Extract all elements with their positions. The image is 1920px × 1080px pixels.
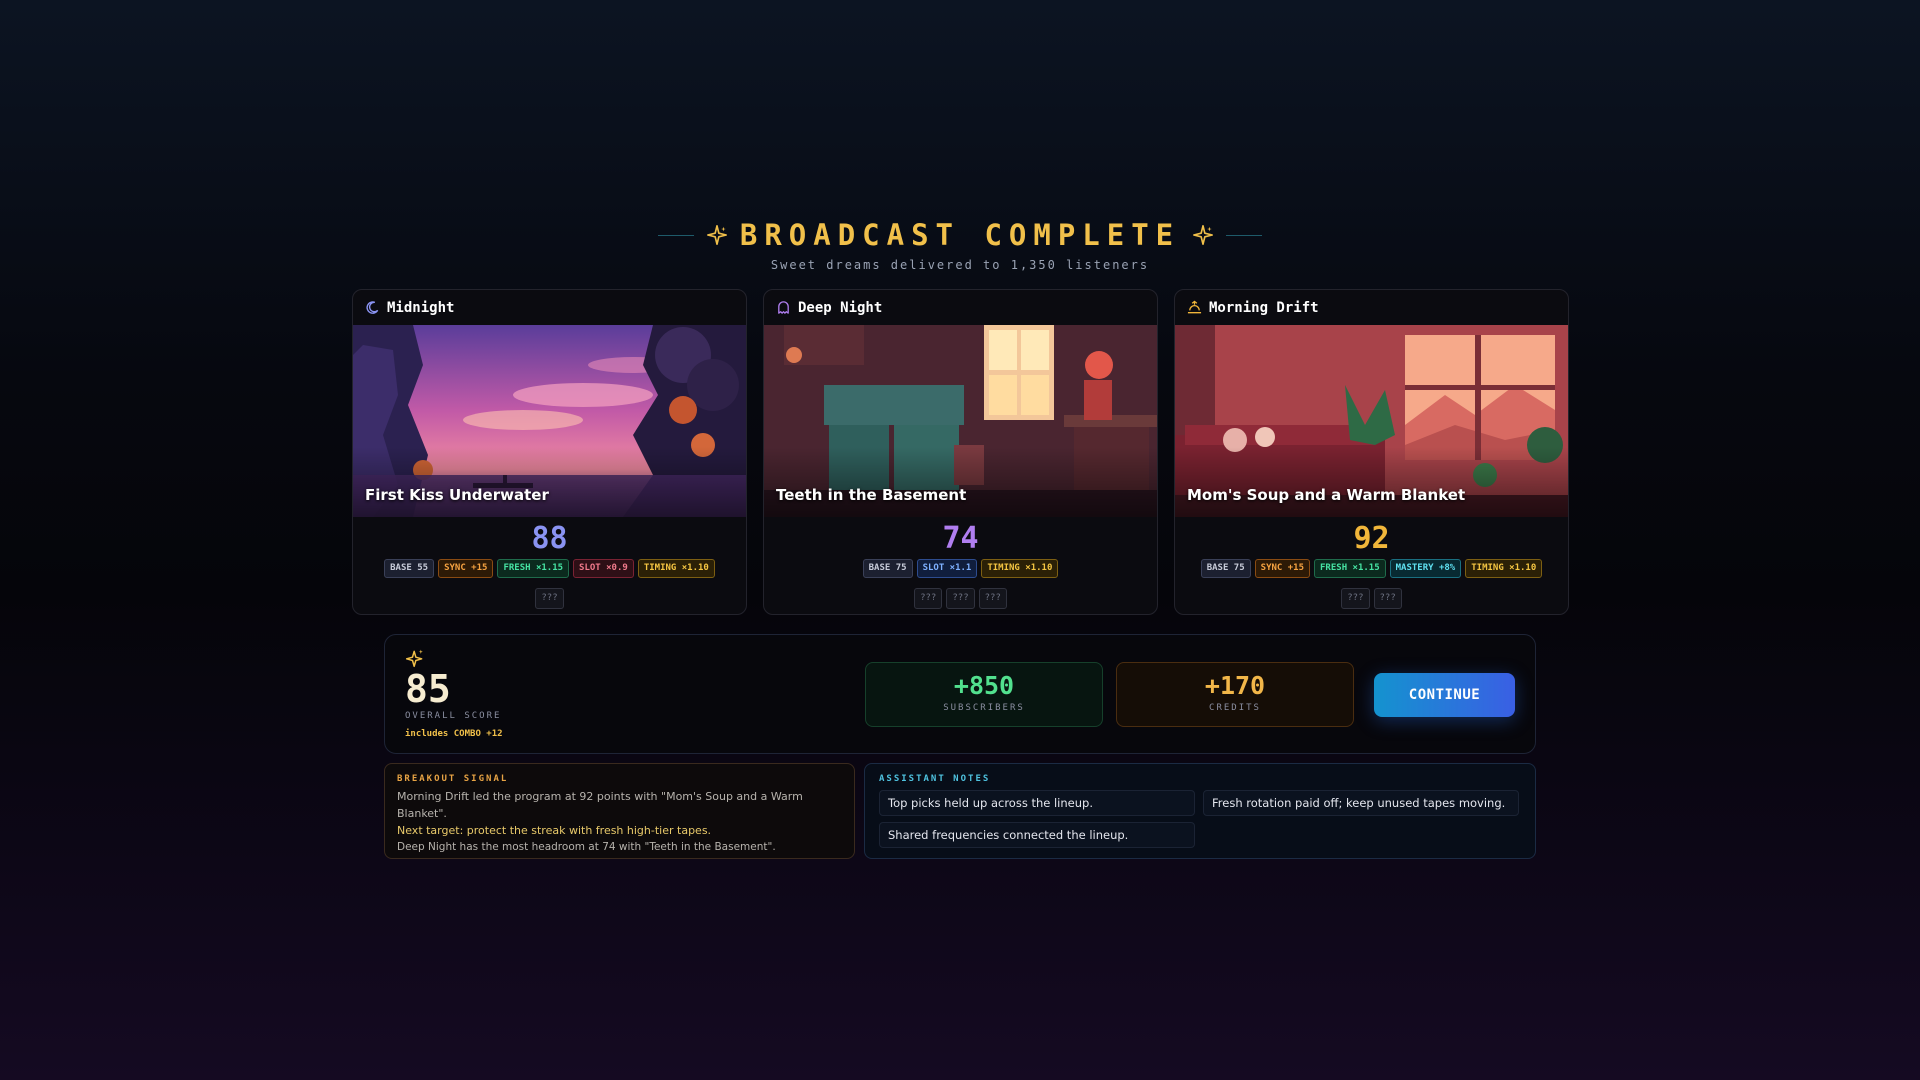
breakout-next-target: Next target: protect the streak with fre…: [397, 824, 712, 837]
slot-name: Midnight: [387, 299, 455, 316]
hidden-bonuses: ??? ???: [1175, 588, 1568, 609]
note-item: Shared frequencies connected the lineup.: [879, 822, 1195, 848]
ghost-icon: [778, 301, 789, 314]
hidden-bonus-chip: ???: [914, 588, 943, 609]
credits-value: +170: [1204, 671, 1266, 700]
note-item: Top picks held up across the lineup.: [879, 790, 1195, 816]
slot-name: Deep Night: [798, 299, 883, 316]
overall-score-label: OVERALL SCORE: [405, 711, 502, 721]
page-subtitle: Sweet dreams delivered to 1,350 listener…: [770, 258, 1150, 272]
card-header: Midnight: [353, 290, 746, 325]
modifier-chip: SLOT ×0.9: [573, 559, 634, 578]
tape-artwork: Teeth in the Basement: [764, 325, 1157, 517]
combo-bonus: includes COMBO +12: [405, 729, 503, 739]
tape-score: 74: [942, 521, 979, 556]
tape-title: Mom's Soup and a Warm Blanket: [1187, 486, 1466, 504]
credits-label: CREDITS: [1209, 703, 1261, 713]
artwork-shade: [1175, 447, 1568, 517]
score-breakdown: BASE 75 SLOT ×1.1 TIMING ×1.10: [764, 559, 1157, 578]
modifier-chip: SLOT ×1.1: [916, 559, 978, 578]
credits-stat: +170 CREDITS: [1116, 662, 1354, 727]
card-header: Deep Night: [764, 290, 1157, 325]
tape-title: First Kiss Underwater: [365, 486, 549, 504]
artwork-shade: [353, 447, 746, 517]
moon-icon: [366, 301, 379, 314]
modifier-chip: TIMING ×1.10: [1465, 559, 1543, 578]
tape-card-midnight: Midnight First Kiss Underwater 88 BASE 5…: [352, 289, 747, 615]
assistant-notes-panel: ASSISTANT NOTES Top picks held up across…: [864, 763, 1536, 859]
modifier-chip: SYNC +15: [1254, 559, 1311, 578]
subscribers-label: SUBSCRIBERS: [943, 703, 1025, 713]
tape-cards: Midnight First Kiss Underwater 88 BASE 5…: [352, 289, 1569, 615]
modifier-chip: BASE 55: [384, 559, 435, 578]
tape-card-morning-drift: Morning Drift Mom's Soup and a Warm Blan…: [1174, 289, 1569, 615]
hidden-bonus-chip: ???: [1341, 588, 1370, 609]
modifier-chip: BASE 75: [1200, 559, 1251, 578]
modifier-chip: BASE 75: [862, 559, 913, 578]
slot-name: Morning Drift: [1209, 299, 1319, 316]
hidden-bonus-chip: ???: [978, 588, 1007, 609]
sparkle-icon: [405, 649, 423, 668]
note-item: Fresh rotation paid off; keep unused tap…: [1203, 790, 1519, 816]
modifier-chip: FRESH ×1.15: [1314, 559, 1386, 578]
page-title: BROADCAST COMPLETE: [739, 218, 1181, 252]
breakout-line: Morning Drift led the program at 92 poin…: [397, 790, 803, 820]
notes-list: Top picks held up across the lineup. Fre…: [879, 790, 1521, 848]
tape-score: 88: [531, 521, 568, 556]
tape-score: 92: [1353, 521, 1390, 556]
results-header: BROADCAST COMPLETE Sweet dreams delivere…: [0, 218, 1920, 272]
score-breakdown: BASE 55 SYNC +15 FRESH ×1.15 SLOT ×0.9 T…: [353, 559, 746, 578]
sparkle-icon: [1193, 225, 1214, 245]
tape-title: Teeth in the Basement: [776, 486, 967, 504]
artwork-shade: [764, 447, 1157, 517]
breakout-signal-panel: BREAKOUT SIGNAL Morning Drift led the pr…: [384, 763, 855, 859]
hidden-bonus-chip: ???: [535, 588, 564, 609]
score-breakdown: BASE 75 SYNC +15 FRESH ×1.15 MASTERY +8%…: [1175, 559, 1568, 578]
modifier-chip: MASTERY +8%: [1389, 559, 1462, 578]
subscribers-value: +850: [953, 671, 1015, 700]
card-header: Morning Drift: [1175, 290, 1568, 325]
tape-artwork: First Kiss Underwater: [353, 325, 746, 517]
tape-card-deep-night: Deep Night Teeth in the Basement 74 BASE…: [763, 289, 1158, 615]
breakout-line: Deep Night has the most headroom at 74 w…: [397, 841, 776, 853]
modifier-chip: SYNC +15: [438, 559, 494, 578]
panel-title: BREAKOUT SIGNAL: [397, 774, 509, 784]
modifier-chip: TIMING ×1.10: [981, 559, 1059, 578]
modifier-chip: FRESH ×1.15: [497, 559, 570, 578]
hidden-bonuses: ??? ??? ???: [764, 588, 1157, 609]
overall-score: 85: [405, 667, 451, 711]
hidden-bonus-chip: ???: [946, 588, 975, 609]
title-divider-right: [1226, 234, 1263, 236]
title-divider-left: [657, 234, 694, 236]
tape-artwork: Mom's Soup and a Warm Blanket: [1175, 325, 1568, 517]
subscribers-stat: +850 SUBSCRIBERS: [865, 662, 1103, 727]
sparkle-icon: [706, 225, 727, 245]
sunrise-icon: [1187, 300, 1202, 314]
panel-title: ASSISTANT NOTES: [879, 774, 991, 784]
continue-button[interactable]: CONTINUE: [1374, 673, 1515, 717]
modifier-chip: TIMING ×1.10: [637, 559, 715, 578]
hidden-bonuses: ???: [353, 588, 746, 609]
broadcast-summary: 85 OVERALL SCORE includes COMBO +12 +850…: [384, 634, 1536, 754]
hidden-bonus-chip: ???: [1373, 588, 1402, 609]
